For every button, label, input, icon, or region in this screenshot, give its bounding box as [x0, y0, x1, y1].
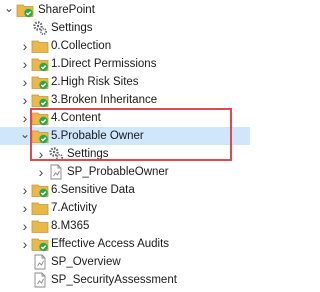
- tree-item[interactable]: › 3.Broken Inheritance: [0, 91, 250, 109]
- folder-icon: [31, 217, 49, 235]
- tree-item[interactable]: SP_SecurityAssessment: [0, 271, 250, 289]
- tree-item-label: Settings: [67, 148, 109, 160]
- chevron-right-icon[interactable]: ›: [20, 73, 30, 91]
- tree-item[interactable]: › 0.Collection: [0, 37, 250, 55]
- navigation-tree: ⌄ SharePoint Settings › 0.Collection › 1.Direc…: [0, 0, 250, 288]
- tree-item[interactable]: ⌄ 5.Probable Owner: [0, 127, 250, 145]
- folder-check-icon: [31, 109, 49, 127]
- tree-item-label: Settings: [51, 22, 93, 34]
- tree-item[interactable]: › 1.Direct Permissions: [0, 55, 250, 73]
- tree-item-label: SP_SecurityAssessment: [51, 274, 177, 286]
- tree-item[interactable]: › 4.Content: [0, 109, 250, 127]
- chevron-down-icon[interactable]: ⌄: [4, 0, 14, 17]
- tree-item-label: 5.Probable Owner: [51, 130, 144, 142]
- tree-item[interactable]: › Effective Access Audits: [0, 235, 250, 253]
- folder-icon: [31, 199, 49, 217]
- chevron-right-icon[interactable]: ›: [20, 181, 30, 199]
- tree-item-label: 8.M365: [51, 220, 90, 232]
- tree-item-label: 2.High Risk Sites: [51, 76, 139, 88]
- folder-check-icon: [31, 127, 49, 145]
- folder-check-icon: [31, 55, 49, 73]
- tree-item[interactable]: ⌄ SharePoint: [0, 1, 250, 19]
- tree-item[interactable]: › 2.High Risk Sites: [0, 73, 250, 91]
- chevron-right-icon[interactable]: ›: [20, 235, 30, 253]
- tree-item[interactable]: › Settings: [0, 145, 250, 163]
- folder-check-icon: [31, 181, 49, 199]
- tree-item-label: 3.Broken Inheritance: [51, 94, 158, 106]
- tree-item-label: 6.Sensitive Data: [51, 184, 135, 196]
- tree-item-label: SharePoint: [38, 4, 95, 16]
- folder-check-icon: [16, 1, 34, 19]
- tree-item[interactable]: Settings: [0, 19, 250, 37]
- folder-check-icon: [31, 91, 49, 109]
- report-icon: [47, 163, 65, 181]
- report-icon: [31, 253, 49, 271]
- tree-item-label: 4.Content: [51, 112, 101, 124]
- tree-item-label: 7.Activity: [51, 202, 98, 214]
- chevron-right-icon[interactable]: ›: [36, 145, 46, 163]
- chevron-right-icon[interactable]: ›: [20, 199, 30, 217]
- tree-item[interactable]: › 7.Activity: [0, 199, 250, 217]
- tree-item-label: Effective Access Audits: [51, 238, 170, 250]
- report-icon: [31, 271, 49, 289]
- folder-check-icon: [31, 235, 49, 253]
- chevron-right-icon[interactable]: ›: [20, 217, 30, 235]
- tree-item-label: SP_Overview: [51, 256, 121, 268]
- tree-item[interactable]: › 6.Sensitive Data: [0, 181, 250, 199]
- chevron-right-icon[interactable]: ›: [20, 37, 30, 55]
- tree-item-label: 1.Direct Permissions: [51, 58, 157, 70]
- tree-item[interactable]: › SP_ProbableOwner: [0, 163, 250, 181]
- chevron-down-icon[interactable]: ⌄: [20, 125, 30, 143]
- tree-item-label: SP_ProbableOwner: [67, 166, 169, 178]
- tree-item[interactable]: SP_Overview: [0, 253, 250, 271]
- gear-icon: [31, 19, 49, 37]
- chevron-right-icon[interactable]: ›: [36, 163, 46, 181]
- folder-check-icon: [31, 73, 49, 91]
- chevron-right-icon[interactable]: ›: [20, 55, 30, 73]
- tree-item-label: 0.Collection: [51, 40, 112, 52]
- gear-icon: [47, 145, 65, 163]
- chevron-right-icon[interactable]: ›: [20, 91, 30, 109]
- tree-item[interactable]: › 8.M365: [0, 217, 250, 235]
- folder-icon: [31, 37, 49, 55]
